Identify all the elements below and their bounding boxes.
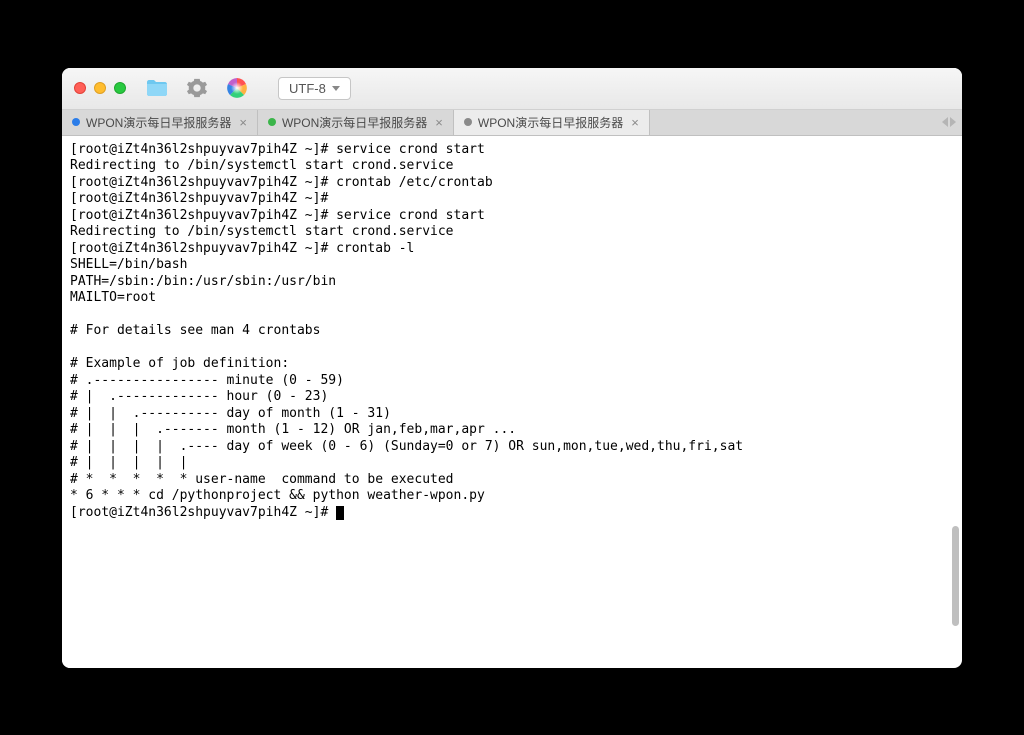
terminal-line: [root@iZt4n36l2shpuyvav7pih4Z ~]# <box>70 191 328 206</box>
terminal-line: # | .------------- hour (0 - 23) <box>70 389 328 404</box>
terminal-line: # | | | | | <box>70 455 187 470</box>
terminal-window: UTF-8 WPON演示每日早报服务器×WPON演示每日早报服务器×WPON演示… <box>62 68 962 668</box>
status-dot-icon <box>268 118 276 126</box>
tab-2[interactable]: WPON演示每日早报服务器 × <box>454 110 650 135</box>
terminal-line: PATH=/sbin:/bin:/usr/sbin:/usr/bin <box>70 274 336 289</box>
status-dot-icon <box>72 118 80 126</box>
titlebar: UTF-8 <box>62 68 962 110</box>
maximize-button[interactable] <box>114 82 126 94</box>
folder-icon[interactable] <box>144 76 170 100</box>
terminal-output[interactable]: [root@iZt4n36l2shpuyvav7pih4Z ~]# servic… <box>62 136 948 668</box>
scrollbar[interactable] <box>948 136 962 668</box>
terminal-line: # | | | .------- month (1 - 12) OR jan,f… <box>70 422 516 437</box>
terminal-line: Redirecting to /bin/systemctl start cron… <box>70 224 454 239</box>
terminal-line: [root@iZt4n36l2shpuyvav7pih4Z ~]# servic… <box>70 208 485 223</box>
tab-label: WPON演示每日早报服务器 <box>282 114 427 131</box>
terminal-line: [root@iZt4n36l2shpuyvav7pih4Z ~]# servic… <box>70 142 485 157</box>
close-button[interactable] <box>74 82 86 94</box>
gear-icon[interactable] <box>184 76 210 100</box>
color-wheel-icon[interactable] <box>224 76 250 100</box>
chevron-down-icon <box>332 86 340 91</box>
terminal-line: # For details see man 4 crontabs <box>70 323 320 338</box>
terminal-line: # .---------------- minute (0 - 59) <box>70 373 344 388</box>
tab-label: WPON演示每日早报服务器 <box>478 114 623 131</box>
terminal-line: [root@iZt4n36l2shpuyvav7pih4Z ~]# cronta… <box>70 175 493 190</box>
terminal-line: # * * * * * user-name command to be exec… <box>70 472 454 487</box>
terminal-line: [root@iZt4n36l2shpuyvav7pih4Z ~]# cronta… <box>70 241 414 256</box>
tab-0[interactable]: WPON演示每日早报服务器 × <box>62 110 258 135</box>
terminal-line: # | | | | .---- day of week (0 - 6) (Sun… <box>70 439 743 454</box>
terminal-line: Redirecting to /bin/systemctl start cron… <box>70 158 454 173</box>
tab-1[interactable]: WPON演示每日早报服务器 × <box>258 110 454 135</box>
minimize-button[interactable] <box>94 82 106 94</box>
status-dot-icon <box>464 118 472 126</box>
scroll-thumb[interactable] <box>952 526 959 626</box>
close-icon[interactable]: × <box>435 116 443 129</box>
toolbar-icons <box>144 76 250 100</box>
tabbar: WPON演示每日早报服务器×WPON演示每日早报服务器×WPON演示每日早报服务… <box>62 110 962 136</box>
encoding-dropdown[interactable]: UTF-8 <box>278 77 351 100</box>
close-icon[interactable]: × <box>239 116 247 129</box>
terminal-line: * 6 * * * cd /pythonproject && python we… <box>70 488 485 503</box>
tab-label: WPON演示每日早报服务器 <box>86 114 231 131</box>
terminal-area: [root@iZt4n36l2shpuyvav7pih4Z ~]# servic… <box>62 136 962 668</box>
window-controls <box>74 82 126 94</box>
terminal-line: # | | .---------- day of month (1 - 31) <box>70 406 391 421</box>
terminal-line: MAILTO=root <box>70 290 156 305</box>
tab-nav <box>936 110 962 135</box>
encoding-label: UTF-8 <box>289 81 326 96</box>
terminal-prompt: [root@iZt4n36l2shpuyvav7pih4Z ~]# <box>70 505 336 520</box>
cursor <box>336 506 344 520</box>
terminal-line: SHELL=/bin/bash <box>70 257 187 272</box>
tab-scroll-right[interactable] <box>950 117 956 127</box>
terminal-line: # Example of job definition: <box>70 356 289 371</box>
tab-scroll-left[interactable] <box>942 117 948 127</box>
close-icon[interactable]: × <box>631 116 639 129</box>
